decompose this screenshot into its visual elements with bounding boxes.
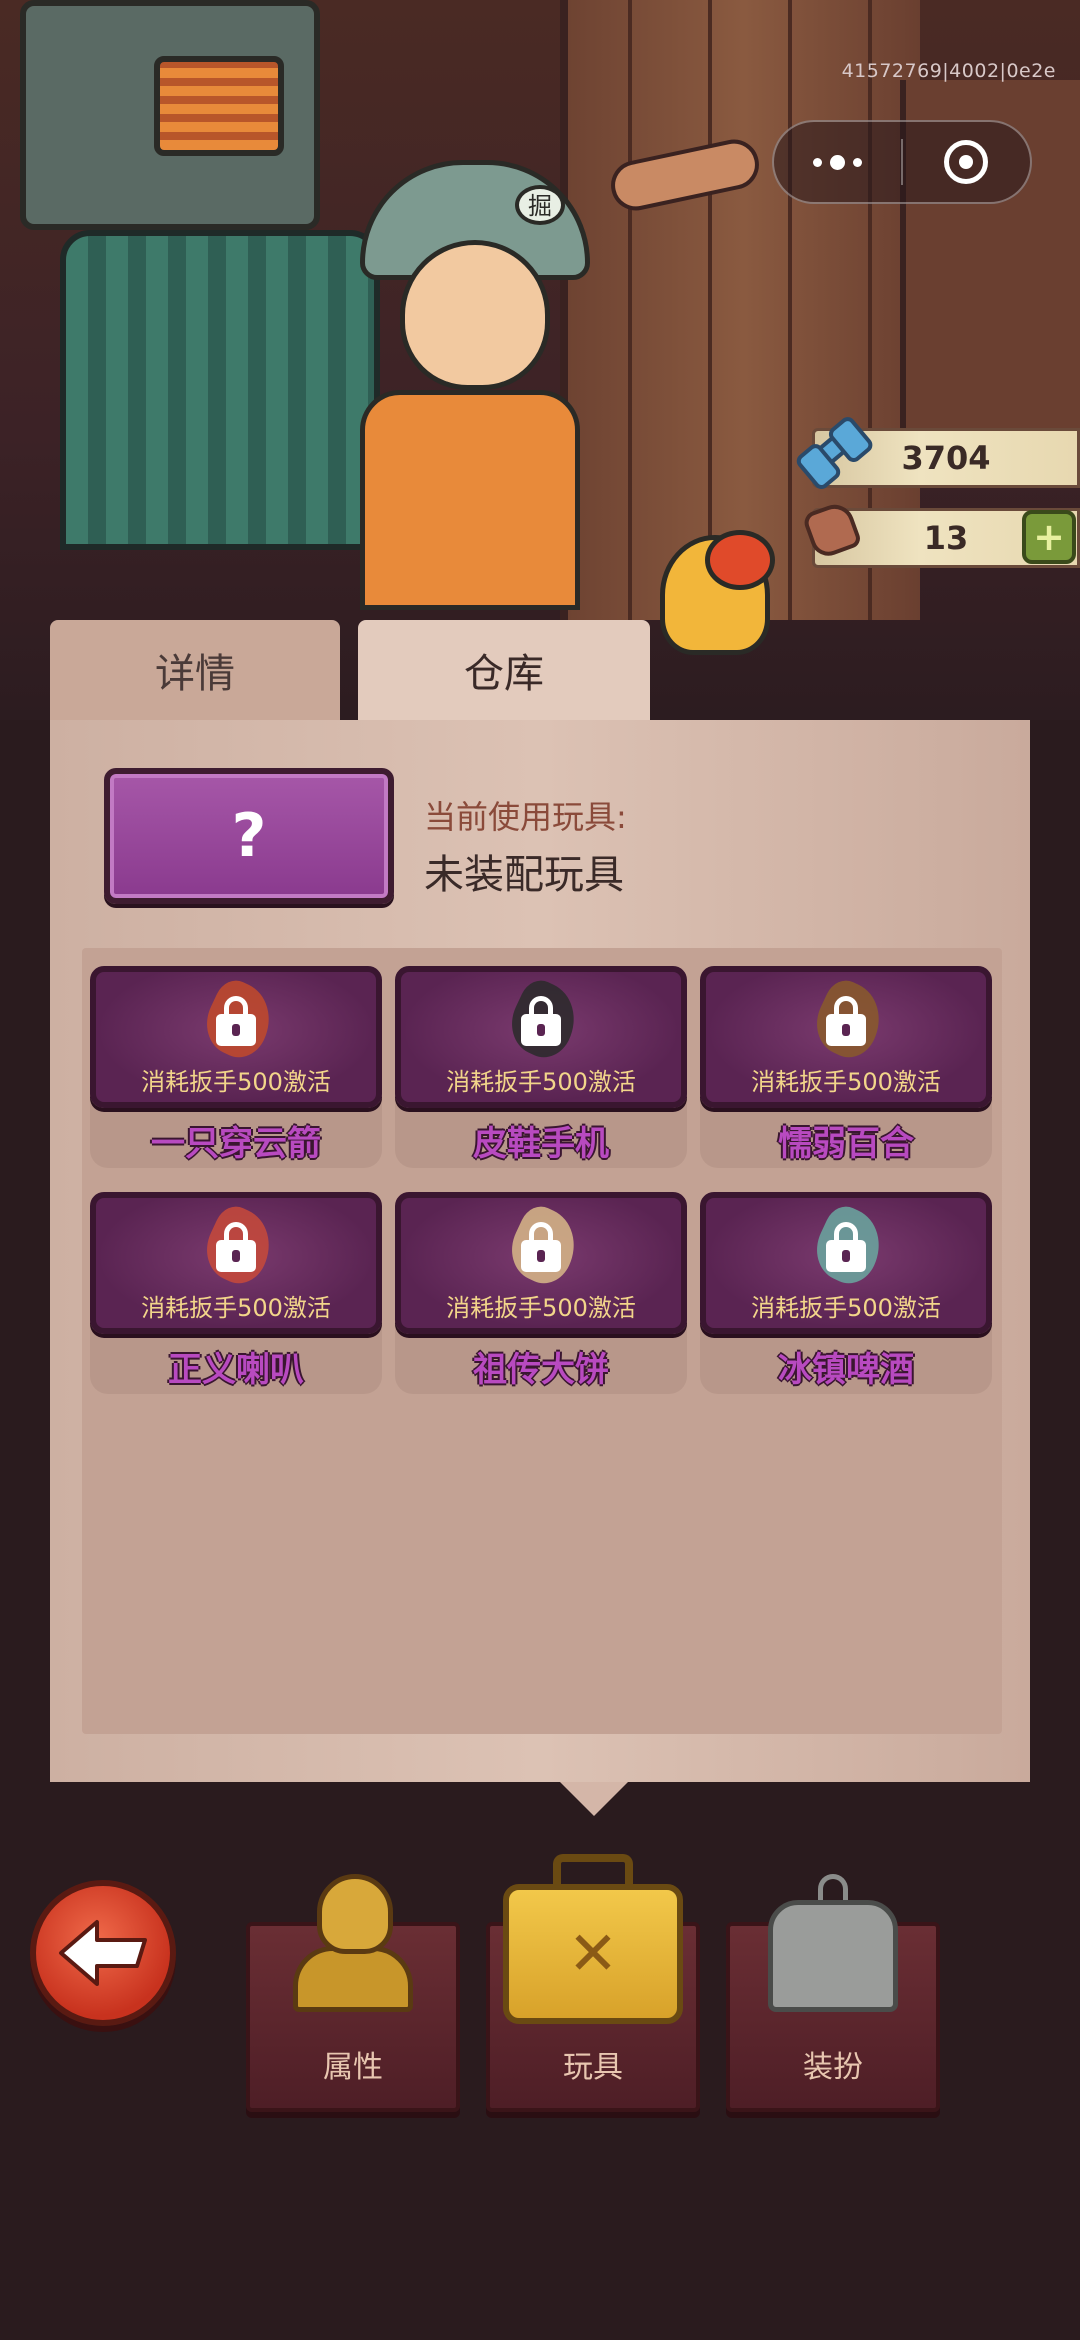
- target-icon[interactable]: [903, 120, 1030, 204]
- lock-icon: [216, 1222, 256, 1272]
- nav-dressup[interactable]: 装扮: [726, 1874, 940, 2112]
- toy-card[interactable]: 消耗扳手500激活 懦弱百合: [700, 966, 992, 1168]
- nav-toys-label: 玩具: [563, 2050, 623, 2085]
- mini-program-capsule: [772, 120, 1032, 204]
- back-button[interactable]: [30, 1880, 176, 2026]
- toy-card[interactable]: 消耗扳手500激活 冰镇啤酒: [700, 1192, 992, 1394]
- game-scene-background: 掘: [0, 0, 1080, 720]
- current-toy-value: 未装配玩具: [424, 852, 624, 898]
- panel-pointer: [560, 1782, 628, 1816]
- toy-name: 皮鞋手机: [473, 1124, 609, 1164]
- nav-attributes[interactable]: 属性: [246, 1874, 460, 2112]
- lock-icon: [216, 996, 256, 1046]
- back-arrow-icon: [59, 1920, 147, 1986]
- toy-name: 冰镇啤酒: [778, 1350, 914, 1390]
- lock-icon: [521, 996, 561, 1046]
- toy-cost: 消耗扳手500激活: [446, 1294, 636, 1322]
- session-id-text: 41572769|4002|0e2e: [841, 60, 1056, 82]
- retro-radio-decoration: [20, 0, 320, 230]
- nav-toys[interactable]: ✕ 玩具: [486, 1854, 700, 2112]
- shirt-hanger-icon: [768, 1874, 898, 2014]
- lock-icon: [826, 1222, 866, 1272]
- nav-attributes-label: 属性: [323, 2050, 383, 2085]
- toy-cost: 消耗扳手500激活: [141, 1294, 331, 1322]
- toy-card[interactable]: 消耗扳手500激活 一只穿云箭: [90, 966, 382, 1168]
- plus-icon: +: [1033, 515, 1065, 559]
- add-stone-button[interactable]: +: [1022, 510, 1076, 564]
- toy-card[interactable]: 消耗扳手500激活 祖传大饼: [395, 1192, 687, 1394]
- wrench-icon: [800, 418, 864, 482]
- current-toy-label: 当前使用玩具:: [424, 798, 627, 836]
- tab-details[interactable]: 详情: [50, 620, 340, 720]
- toy-cost: 消耗扳手500激活: [141, 1068, 331, 1096]
- lock-icon: [826, 996, 866, 1046]
- toy-name: 祖传大饼: [473, 1350, 609, 1390]
- toy-name: 一只穿云箭: [151, 1124, 321, 1164]
- toy-card[interactable]: 消耗扳手500激活 皮鞋手机: [395, 966, 687, 1168]
- tab-warehouse[interactable]: 仓库: [358, 620, 650, 720]
- toy-cost: 消耗扳手500激活: [751, 1068, 941, 1096]
- stone-count: 13: [923, 519, 969, 557]
- lock-icon: [521, 1222, 561, 1272]
- toolbox-icon: ✕: [493, 1854, 693, 2034]
- toy-cost: 消耗扳手500激活: [446, 1068, 636, 1096]
- toy-name: 正义喇叭: [168, 1350, 304, 1390]
- current-toy-slot[interactable]: ?: [104, 768, 394, 904]
- stone-icon: [800, 498, 864, 562]
- toy-card[interactable]: 消耗扳手500激活 正义喇叭: [90, 1192, 382, 1394]
- rubber-chicken-decoration: [660, 530, 775, 655]
- character-bust-icon: [293, 1874, 413, 2014]
- nav-dressup-label: 装扮: [803, 2050, 863, 2085]
- toy-cost: 消耗扳手500激活: [751, 1294, 941, 1322]
- wrench-count: 3704: [901, 439, 991, 477]
- toy-name: 懦弱百合: [778, 1124, 914, 1164]
- more-dots-icon[interactable]: [774, 120, 901, 204]
- player-character: 掘: [330, 160, 610, 610]
